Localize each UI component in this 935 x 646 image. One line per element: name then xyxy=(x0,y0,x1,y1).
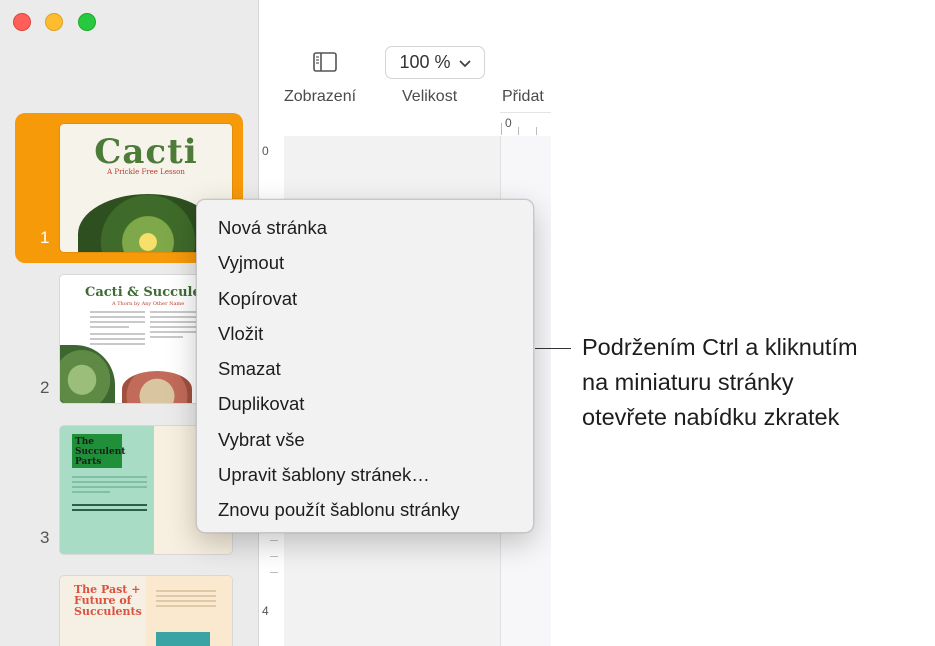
menu-item-cut[interactable]: Vyjmout xyxy=(197,245,533,280)
zoom-popup-button[interactable]: 100 % xyxy=(385,46,485,79)
ruler-label: 0 xyxy=(262,144,269,158)
ruler-label: 4 xyxy=(262,604,269,618)
thumbnail-title: Cacti xyxy=(94,132,198,172)
context-menu: Nová stránka Vyjmout Kopírovat Vložit Sm… xyxy=(196,199,534,533)
thumbnail-title: The Past + Future of Succulents xyxy=(74,583,142,618)
toolbar-label-view[interactable]: Zobrazení xyxy=(284,88,356,106)
menu-item-duplicate[interactable]: Duplikovat xyxy=(197,386,533,421)
text-placeholder-lines xyxy=(156,590,216,610)
minimize-window-button[interactable] xyxy=(45,13,63,31)
menu-item-select-all[interactable]: Vybrat vše xyxy=(197,422,533,457)
menu-item-delete[interactable]: Smazat xyxy=(197,351,533,386)
ruler-label: 0 xyxy=(505,116,512,130)
close-window-button[interactable] xyxy=(13,13,31,31)
page-number: 2 xyxy=(40,378,50,397)
zoom-window-button[interactable] xyxy=(78,13,96,31)
pages-window: 1 Cacti A Prickle Free Lesson 2 Cacti & … xyxy=(0,0,551,646)
menu-item-copy[interactable]: Kopírovat xyxy=(197,281,533,316)
zoom-value: 100 % xyxy=(399,52,451,72)
menu-item-new-page[interactable]: Nová stránka xyxy=(197,210,533,245)
page-number: 1 xyxy=(40,228,50,247)
callout-line-1: Podržením Ctrl a kliknutím xyxy=(582,334,858,360)
callout-line-3: otevřete nabídku zkratek xyxy=(582,404,840,430)
callout-text: Podržením Ctrl a kliknutím na miniaturu … xyxy=(582,330,932,435)
thumbnail-title: The Succulent Parts xyxy=(75,437,126,467)
toolbar-label-zoom[interactable]: Velikost xyxy=(402,88,457,106)
sidebar-view-icon[interactable] xyxy=(313,52,337,72)
potted-cactus-image xyxy=(122,371,192,403)
horizontal-ruler: 0 xyxy=(500,112,551,137)
menu-item-reapply-page-template[interactable]: Znovu použít šablonu stránky xyxy=(197,492,533,527)
menu-item-paste[interactable]: Vložit xyxy=(197,316,533,351)
thumbnail-title-block: The Succulent Parts xyxy=(72,434,126,468)
text-placeholder-lines xyxy=(90,333,145,348)
text-placeholder-lines xyxy=(90,311,145,331)
text-placeholder-lines xyxy=(72,476,147,496)
callout-leader-line xyxy=(535,348,571,349)
menu-item-edit-page-templates[interactable]: Upravit šablony stránek… xyxy=(197,457,533,492)
thumbnail-image xyxy=(156,632,210,646)
page-number: 3 xyxy=(40,528,50,547)
text-placeholder-lines xyxy=(72,504,147,514)
succulent-image xyxy=(60,345,115,403)
thumbnail-subtitle: A Prickle Free Lesson xyxy=(107,168,185,176)
callout-line-2: na miniaturu stránky xyxy=(582,369,794,395)
page-thumbnail-4[interactable]: The Past + Future of Succulents xyxy=(60,576,232,646)
thumbnail-subtitle: A Thorn by Any Other Name xyxy=(112,301,185,307)
chevron-down-icon xyxy=(458,52,471,73)
toolbar-label-add[interactable]: Přidat xyxy=(502,88,544,106)
